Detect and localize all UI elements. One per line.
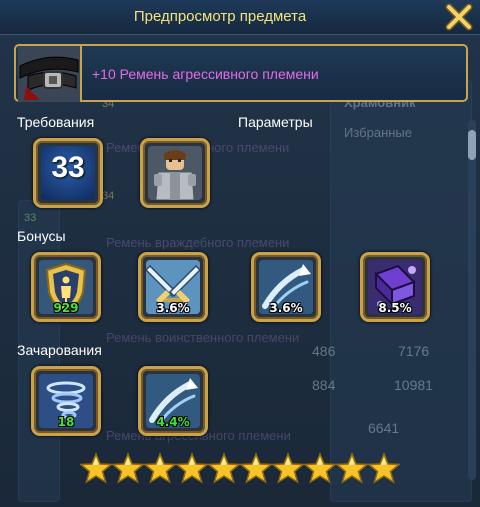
star-icon [272, 452, 304, 484]
background-stat: 7176 [398, 343, 430, 359]
scrollbar-thumb[interactable] [468, 130, 476, 160]
bonus-value: 929 [53, 301, 79, 315]
background-stat: 486 [312, 343, 336, 359]
bonus-tile-dash[interactable]: 3.6% [251, 252, 321, 322]
star-icon [208, 452, 240, 484]
bonus-value: 8.5% [378, 301, 412, 315]
close-icon [445, 3, 473, 31]
background-ghost-item: Ремень враждебного племени [106, 235, 290, 250]
requirement-level-tile[interactable]: 33 [33, 138, 103, 208]
star-icon [336, 452, 368, 484]
background-sub-text: Избранные [344, 125, 412, 140]
star-icon [80, 452, 112, 484]
star-icon [176, 452, 208, 484]
background-ghost-item: Ремень воинственного племени [106, 330, 300, 345]
window-title: Предпросмотр предмета [133, 8, 307, 25]
star-icon [240, 452, 272, 484]
background-stat: 10981 [394, 377, 433, 393]
close-button[interactable] [444, 2, 474, 32]
background-slot-number: 34 [102, 190, 115, 202]
star-icon [368, 452, 400, 484]
star-icon [144, 452, 176, 484]
background-stat: 884 [312, 377, 336, 393]
window-titlebar: Предпросмотр предмета [0, 0, 480, 35]
item-name: +10 Ремень агрессивного племени [92, 66, 319, 82]
belt-icon [18, 46, 82, 102]
knight-portrait-icon [148, 146, 202, 200]
requirement-level-value: 33 [51, 151, 85, 184]
bonus-value: 3.6% [156, 301, 190, 315]
background-slot-number: 33 [24, 212, 37, 224]
background-stat: 6641 [368, 420, 400, 436]
bonus-tile-attack[interactable]: 3.6% [138, 252, 208, 322]
item-header: +10 Ремень агрессивного племени [14, 44, 468, 102]
section-enchantments: Зачарования [17, 342, 102, 358]
enchantment-tile-whirlwind[interactable]: 18 [31, 366, 101, 436]
upgrade-stars [80, 452, 400, 486]
section-requirements: Требования [17, 114, 95, 130]
enchantment-value: 4.4% [156, 415, 190, 429]
enchantment-value: 18 [57, 415, 75, 429]
parameter-class-tile[interactable] [140, 138, 210, 208]
star-icon [304, 452, 336, 484]
star-icon [112, 452, 144, 484]
bonus-tile-magic[interactable]: 8.5% [360, 252, 430, 322]
bonus-tile-defense[interactable]: 929 [31, 252, 101, 322]
section-bonuses: Бонусы [17, 228, 66, 244]
section-parameters: Параметры [238, 114, 313, 130]
bonus-value: 3.6% [269, 301, 303, 315]
scrollbar[interactable] [468, 120, 476, 480]
enchantment-tile-dash[interactable]: 4.4% [138, 366, 208, 436]
